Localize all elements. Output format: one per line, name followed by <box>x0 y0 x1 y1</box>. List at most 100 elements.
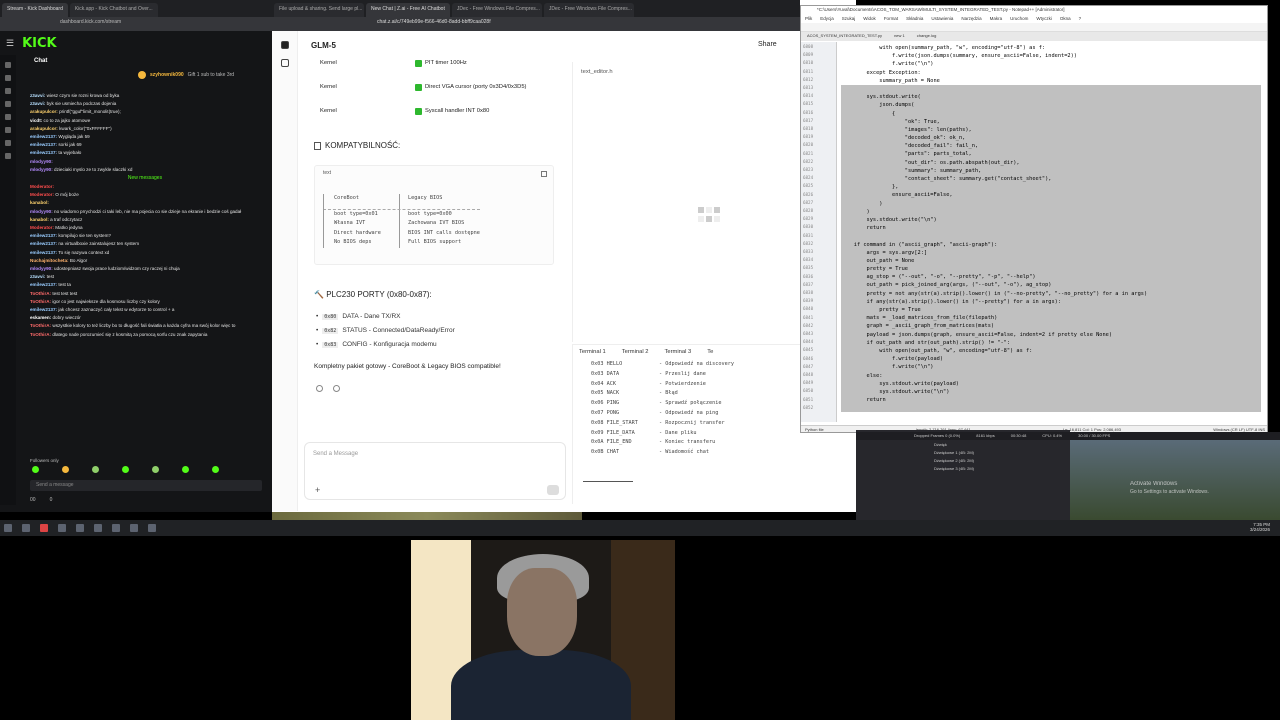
model-selector[interactable]: GLM-5 <box>311 41 336 50</box>
emote-icon[interactable] <box>182 466 189 473</box>
chat-username[interactable]: mlodyy90: <box>30 159 53 164</box>
settings-icon[interactable] <box>5 153 11 159</box>
chat-username[interactable]: emilew2137: <box>30 282 57 287</box>
menu-item[interactable]: Składnia <box>906 16 923 22</box>
kick-address-bar[interactable]: dashboard.kick.com/stream <box>0 17 272 31</box>
browser-icon[interactable] <box>40 524 48 532</box>
tab-terminal-2[interactable]: Terminal 2 <box>622 349 649 355</box>
menu-item[interactable]: Edycja <box>820 16 834 22</box>
editor-file-tab[interactable]: text_editor.h <box>581 69 613 75</box>
menu-item[interactable]: Narzędzia <box>961 16 981 22</box>
chat-username[interactable]: emilew2137: <box>30 250 57 255</box>
chat-username[interactable]: vicdt: <box>30 118 42 123</box>
tab-terminal-4[interactable]: Te <box>707 349 713 355</box>
chat-username[interactable]: Nuchajmitocheta: <box>30 258 69 263</box>
browser-tab[interactable]: New Chat | Z.ai - Free AI Chatbot <box>366 3 450 17</box>
chat-message: Moderator: O mój boże <box>18 191 272 199</box>
chat-username[interactable]: kanabol: <box>30 217 49 222</box>
chat-username[interactable]: z3avvi: <box>30 93 45 98</box>
share-button[interactable]: Share <box>758 41 777 48</box>
chat-username[interactable]: emilew2137: <box>30 307 57 312</box>
users-icon[interactable] <box>5 101 11 107</box>
chat-username[interactable]: ToOthirA: <box>30 323 51 328</box>
plus-icon[interactable]: + <box>315 485 320 495</box>
new-chat-icon[interactable] <box>281 59 289 67</box>
menu-item[interactable]: Wtyczki <box>1036 16 1052 22</box>
emote-icon[interactable] <box>92 466 99 473</box>
send-button[interactable] <box>547 485 559 495</box>
tools-icon[interactable] <box>5 127 11 133</box>
copy-icon[interactable] <box>541 171 547 177</box>
chat-username[interactable]: mlodyy90: <box>30 266 53 271</box>
chat-username[interactable]: emilew2137: <box>30 241 57 246</box>
notepad-icon[interactable] <box>94 524 102 532</box>
menu-item[interactable]: Okna <box>1060 16 1071 22</box>
chat-username[interactable]: ToOthirA: <box>30 291 51 296</box>
chat-username[interactable]: Moderator: <box>30 184 54 189</box>
taskbar-clock[interactable]: 7:35 PM 3/24/2026 <box>1250 522 1270 532</box>
regenerate-icon[interactable] <box>333 385 340 392</box>
emote-icon[interactable] <box>212 466 219 473</box>
browser-tab[interactable]: Stream - Kick Dashboard <box>2 3 68 17</box>
stream-icon[interactable] <box>5 75 11 81</box>
hamburger-icon[interactable]: ☰ <box>6 38 14 49</box>
menu-item[interactable]: Plik <box>805 16 812 22</box>
chat-username[interactable]: z3avvi: <box>30 274 45 279</box>
emote-icon[interactable] <box>32 466 39 473</box>
start-icon[interactable] <box>4 524 12 532</box>
browser-tab[interactable]: JDec - Free Windows File Compres... <box>451 3 542 17</box>
chat-username[interactable]: ToOthirA: <box>30 332 51 337</box>
analytics-icon[interactable] <box>5 114 11 120</box>
chat-username[interactable]: z3avvi: <box>30 101 45 106</box>
chat-username[interactable]: emilew2137: <box>30 233 57 238</box>
explorer-icon[interactable] <box>22 524 30 532</box>
chat-username[interactable]: Moderator: <box>30 192 54 197</box>
menu-item[interactable]: Ustawienia <box>931 16 953 22</box>
emote-icon[interactable] <box>62 466 69 473</box>
menu-item[interactable]: Szukaj <box>842 16 856 22</box>
chat-username[interactable]: kanabol: <box>30 200 49 205</box>
app-icon[interactable] <box>76 524 84 532</box>
obs-icon[interactable] <box>58 524 66 532</box>
tab-terminal-3[interactable]: Terminal 3 <box>665 349 692 355</box>
copy-icon[interactable] <box>316 385 323 392</box>
kernel-label: Kernel <box>320 84 337 90</box>
code-editor[interactable]: with open(summary_path, "w", encoding="u… <box>841 44 1261 413</box>
home-icon[interactable] <box>5 62 11 68</box>
chat-username[interactable]: mlodyy90: <box>30 209 53 214</box>
chat-username[interactable]: emilew2137: <box>30 150 57 155</box>
chat-username[interactable]: arakupulcor: <box>30 109 58 114</box>
chat-username[interactable]: eskamen: <box>30 315 51 320</box>
chat-username[interactable]: emilew2137: <box>30 134 57 139</box>
app-icon[interactable] <box>112 524 120 532</box>
file-tab[interactable]: ACOS_SYSTEM_INTEGRATED_TEST.py <box>807 33 882 40</box>
emote-icon[interactable] <box>122 466 129 473</box>
menu-item[interactable]: Makra <box>990 16 1003 22</box>
file-tab[interactable]: change.log <box>917 33 937 40</box>
chat-icon[interactable] <box>5 88 11 94</box>
wallet-icon[interactable] <box>5 140 11 146</box>
tab-terminal-1[interactable]: Terminal 1 <box>579 349 606 355</box>
browser-tab[interactable]: File upload & sharing. Send large pl... <box>274 3 364 17</box>
menu-item[interactable]: Format <box>884 16 898 22</box>
chat-username[interactable]: ToOthirA: <box>30 299 51 304</box>
file-tab[interactable]: new 1 <box>894 33 905 40</box>
chat-username[interactable]: arakupulcor: <box>30 126 58 131</box>
emote-icon[interactable] <box>152 466 159 473</box>
zai-logo-icon[interactable] <box>281 41 289 49</box>
menu-item[interactable]: ? <box>1079 16 1082 22</box>
kick-logo[interactable]: KICK <box>22 36 57 51</box>
menu-item[interactable]: Uruchom <box>1010 16 1028 22</box>
chat-username[interactable]: mlodyy90: <box>30 167 53 172</box>
app-icon[interactable] <box>148 524 156 532</box>
terminal-desc: - Potwierdzenie <box>659 380 706 387</box>
message-input[interactable]: Send a Message + <box>304 442 566 500</box>
chat-username[interactable]: emilew2137: <box>30 142 57 147</box>
menu-item[interactable]: Widok <box>863 16 876 22</box>
app-icon[interactable] <box>130 524 138 532</box>
browser-tab[interactable]: Kick.app - Kick Chatbot and Over... <box>69 3 158 17</box>
zai-address-bar[interactable]: chat.z.ai/c/749eb99e-f566-46d0-8add-bbff… <box>272 17 800 31</box>
chat-send-input[interactable]: Send a message <box>30 480 262 491</box>
browser-tab[interactable]: JDec - Free Windows File Compres... <box>543 3 634 17</box>
chat-username[interactable]: Moderator: <box>30 225 54 230</box>
